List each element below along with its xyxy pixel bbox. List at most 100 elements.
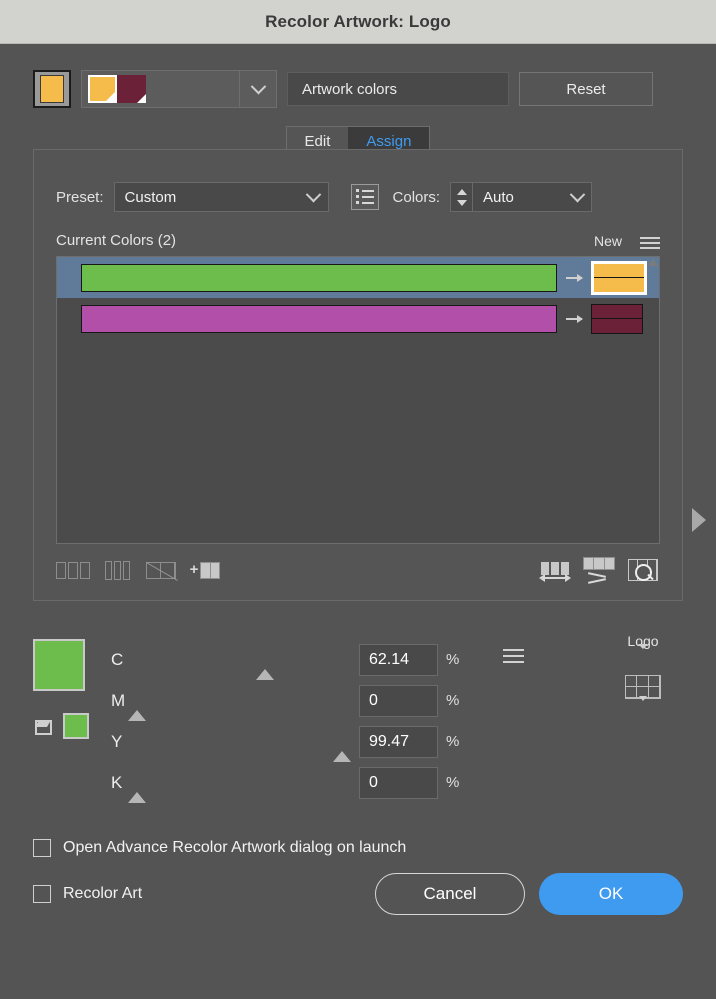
preset-row: Preset: Custom Colors: Auto [56, 182, 660, 212]
slider-row-k: K 0 % [111, 762, 683, 803]
global-color-cube-icon[interactable] [33, 715, 55, 737]
color-library-column: Logo [603, 633, 683, 699]
channel-label-k: K [111, 773, 137, 793]
scroll-up-icon[interactable] [648, 259, 658, 266]
color-group-dropdown[interactable] [81, 70, 277, 108]
channel-value-y: 99.47 [369, 733, 409, 751]
slider-thumb-y[interactable] [333, 751, 351, 762]
recolor-artwork-dialog: Recolor Artwork: Logo Artwork colors Res… [0, 0, 716, 999]
slider-thumb-c[interactable] [256, 669, 274, 680]
row-grip[interactable] [57, 298, 79, 339]
dialog-title: Recolor Artwork: Logo [265, 12, 451, 32]
top-toolbar: Artwork colors Reset [0, 44, 716, 108]
recolor-art-label: Recolor Art [63, 885, 142, 903]
chevron-down-icon[interactable] [300, 192, 328, 203]
panel-menu-icon[interactable] [640, 237, 660, 249]
add-color-icon[interactable]: + [188, 558, 222, 582]
dialog-titlebar: Recolor Artwork: Logo [0, 0, 716, 44]
slider-row-c: C 62.14 % [111, 639, 683, 680]
colors-dropdown[interactable]: Auto [472, 182, 592, 212]
color-mode-menu-icon[interactable] [503, 649, 524, 663]
channel-input-m[interactable]: 0 [359, 685, 438, 717]
stepper-up-icon[interactable] [457, 189, 467, 195]
color-preview-column [33, 639, 111, 803]
new-color-chip[interactable] [593, 263, 645, 293]
colors-value: Auto [473, 189, 524, 206]
dialog-footer: Open Advance Recolor Artwork dialog on l… [33, 839, 683, 915]
find-color-icon[interactable] [626, 558, 660, 582]
recolor-art-checkbox-row[interactable]: Recolor Art [33, 885, 142, 903]
ok-label: OK [599, 884, 624, 904]
library-top-arrow-icon [638, 644, 648, 666]
recolor-art-checkbox[interactable] [33, 885, 51, 903]
slider-thumb-m[interactable] [128, 710, 146, 721]
current-colors-label: Current Colors (2) [56, 232, 176, 249]
cmyk-sliders: C 62.14 % M 0 % [111, 639, 683, 803]
channel-value-m: 0 [369, 692, 378, 710]
artwork-colors-label: Artwork colors [302, 81, 397, 98]
percent-symbol-k: % [446, 774, 459, 791]
reset-button[interactable]: Reset [519, 72, 653, 106]
channel-input-k[interactable]: 0 [359, 767, 438, 799]
slider-thumb-k[interactable] [128, 792, 146, 803]
exclude-color-icon[interactable] [144, 558, 178, 582]
cancel-button[interactable]: Cancel [375, 873, 525, 915]
table-row[interactable] [57, 257, 659, 298]
ok-button[interactable]: OK [539, 873, 683, 915]
percent-symbol-y: % [446, 733, 459, 750]
channel-label-m: M [111, 691, 137, 711]
merge-colors-icon[interactable] [56, 558, 90, 582]
table-row[interactable] [57, 298, 659, 339]
channel-input-y[interactable]: 99.47 [359, 726, 438, 758]
open-advanced-dialog-checkbox-row[interactable]: Open Advance Recolor Artwork dialog on l… [33, 839, 683, 857]
global-color-swatch[interactable] [63, 713, 89, 739]
current-colors-header: Current Colors (2) New [56, 232, 660, 249]
percent-symbol-m: % [446, 692, 459, 709]
row-grip[interactable] [57, 257, 79, 298]
open-advanced-dialog-label: Open Advance Recolor Artwork dialog on l… [63, 839, 406, 857]
color-list-icon[interactable] [351, 184, 379, 210]
artwork-colors-field[interactable]: Artwork colors [287, 72, 509, 106]
color-preview-swatch[interactable] [33, 639, 85, 691]
current-color-bar[interactable] [81, 305, 557, 333]
global-color-row [33, 713, 111, 739]
cancel-label: Cancel [424, 884, 477, 904]
slider-row-m: M 0 % [111, 680, 683, 721]
current-colors-toolbar-right [528, 558, 660, 582]
open-advanced-dialog-checkbox[interactable] [33, 839, 51, 857]
artwork-color-swatch-button[interactable] [33, 70, 71, 108]
chevron-down-icon[interactable] [563, 192, 591, 203]
separate-colors-icon[interactable] [100, 558, 134, 582]
randomize-order-icon[interactable] [582, 558, 616, 582]
chevron-down-icon[interactable] [240, 84, 276, 95]
channel-value-c: 62.14 [369, 651, 409, 669]
color-group-chip-2 [117, 75, 146, 103]
stepper-down-icon[interactable] [457, 200, 467, 206]
color-group-chip-1 [88, 75, 117, 103]
color-group-swatches-icon [88, 75, 146, 103]
colors-stepper[interactable] [450, 182, 472, 212]
channel-label-y: Y [111, 732, 137, 752]
tab-assign-label: Assign [366, 133, 411, 150]
channel-input-c[interactable]: 62.14 [359, 644, 438, 676]
preset-dropdown[interactable]: Custom [114, 182, 329, 212]
slider-row-y: Y 99.47 % [111, 721, 683, 762]
list-scrollbar[interactable] [651, 257, 659, 543]
channel-value-k: 0 [369, 774, 378, 792]
assign-panel: Preset: Custom Colors: Auto [33, 149, 683, 601]
arrow-right-icon [557, 318, 591, 320]
footer-actions-row: Recolor Art Cancel OK [33, 873, 683, 915]
current-colors-toolbar: + [56, 558, 660, 582]
current-color-bar[interactable] [81, 264, 557, 292]
expand-panel-arrow-icon[interactable] [692, 508, 706, 532]
artwork-color-swatch-icon [40, 75, 64, 103]
preset-value: Custom [115, 189, 187, 206]
color-editor: C 62.14 % M 0 % [33, 639, 683, 803]
percent-symbol-c: % [446, 651, 459, 668]
swap-colors-icon[interactable] [538, 558, 572, 582]
preset-label: Preset: [56, 189, 104, 206]
tab-edit-label: Edit [305, 133, 331, 150]
library-dropdown-arrow-icon[interactable] [639, 696, 647, 701]
new-color-chip[interactable] [591, 304, 643, 334]
current-colors-list[interactable] [56, 256, 660, 544]
